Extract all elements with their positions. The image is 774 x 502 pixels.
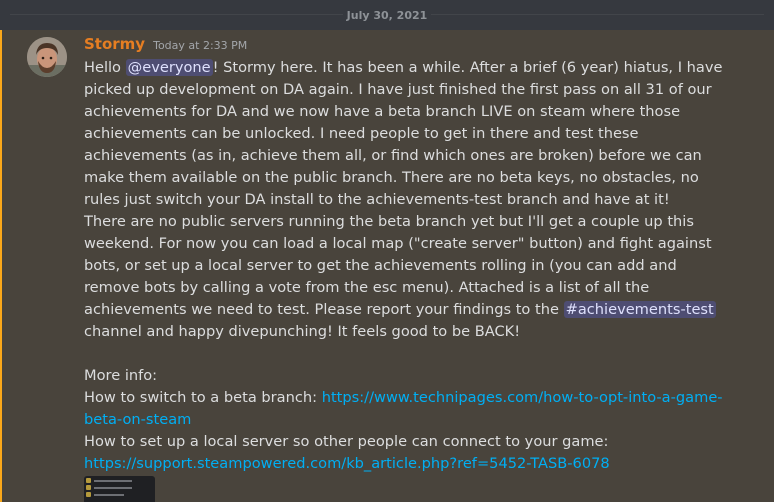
message-highlighted[interactable]: Stormy Today at 2:33 PM Hello @everyone!…: [0, 30, 774, 502]
timestamp[interactable]: Today at 2:33 PM: [153, 39, 247, 52]
date-divider-text: July 30, 2021: [342, 8, 432, 22]
everyone-mention[interactable]: @everyone: [125, 59, 213, 76]
avatar[interactable]: [27, 37, 67, 77]
details-text-rest: channel and happy divepunching! It feels…: [84, 323, 521, 340]
paragraph-details: There are no public servers running the …: [84, 211, 724, 343]
attachment-image[interactable]: [84, 476, 155, 502]
intro-text-start: Hello: [84, 59, 126, 76]
beta-branch-line: How to switch to a beta branch: https://…: [84, 387, 724, 431]
username[interactable]: Stormy: [84, 35, 145, 53]
channel-mention[interactable]: #achievements-test: [563, 301, 716, 318]
avatar-image: [27, 37, 67, 77]
local-server-link[interactable]: https://support.steampowered.com/kb_arti…: [84, 455, 610, 472]
message-content: Hello @everyone! Stormy here. It has bee…: [84, 57, 724, 475]
local-server-label: How to set up a local server so other pe…: [84, 433, 609, 450]
paragraph-intro: Hello @everyone! Stormy here. It has bee…: [84, 57, 724, 211]
message-header: Stormy Today at 2:33 PM: [84, 35, 247, 57]
more-info-heading: More info:: [84, 367, 158, 384]
beta-branch-label: How to switch to a beta branch:: [84, 389, 322, 406]
date-divider: July 30, 2021: [0, 0, 774, 30]
local-server-line: https://support.steampowered.com/kb_arti…: [84, 453, 724, 475]
intro-text-rest: ! Stormy here. It has been a while. Afte…: [84, 59, 723, 208]
